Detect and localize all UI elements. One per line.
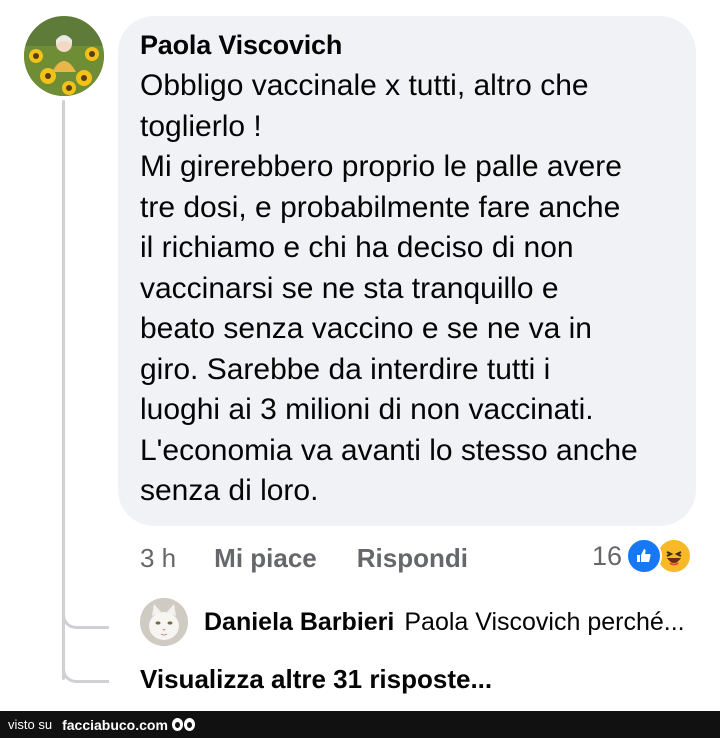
sunflower-photo-icon [24, 16, 104, 96]
comment-actions: 3 h Mi piace Rispondi [140, 538, 468, 578]
comment-timestamp[interactable]: 3 h [140, 543, 176, 574]
comment-line: tre dosi, e probabilmente fare anche [140, 190, 621, 224]
comment-text: Obbligo vaccinale x tutti, altro che tog… [140, 66, 685, 512]
comment-line: giro. Sarebbe da interdire tutti i [140, 352, 551, 386]
reaction-count: 16 [592, 540, 623, 571]
comment-line: toglierlo ! [140, 109, 262, 143]
like-icon [626, 538, 663, 574]
comment-line: il richiamo e chi ha deciso di non [140, 231, 574, 264]
thread-line [62, 100, 65, 680]
reply-preview[interactable]: Daniela Barbieri Paola Viscovich perché..… [204, 608, 685, 637]
view-more-replies-link[interactable]: Visualizza altre 31 risposte... [140, 664, 492, 695]
comment-author[interactable]: Paola Viscovich [140, 30, 342, 61]
comment-line: beato senza vaccino e se ne va in [140, 312, 592, 345]
comment-line: Mi girerebbero proprio le palle avere [140, 150, 622, 183]
cat-photo-icon [140, 598, 188, 646]
thread-branch-reply [62, 600, 109, 629]
thread-branch-more [62, 654, 109, 683]
eyes-logo-icon [171, 718, 195, 731]
reply-button[interactable]: Rispondi [357, 543, 468, 574]
comment-line: senza di loro. [140, 474, 319, 507]
reply-text: Paola Viscovich perché... [404, 608, 685, 636]
author-avatar[interactable] [24, 16, 104, 96]
comment-line: L'economia va avanti lo stesso anche [140, 433, 638, 467]
footer-visto: visto su [8, 717, 53, 732]
comment-line: luoghi ai 3 milioni di non vaccinati. [140, 393, 594, 426]
like-button[interactable]: Mi piace [214, 543, 317, 574]
comment-line: vaccinarsi se ne sta tranquillo e [140, 271, 559, 305]
watermark-footer: visto su facciabuco.com [0, 711, 720, 738]
footer-site[interactable]: facciabuco.com [62, 717, 168, 733]
comment-line: Obbligo vaccinale x tutti, altro che [140, 69, 589, 102]
reply-avatar[interactable] [140, 598, 188, 646]
reply-author[interactable]: Daniela Barbieri [204, 608, 394, 636]
reactions-summary[interactable]: 16 [592, 536, 693, 576]
